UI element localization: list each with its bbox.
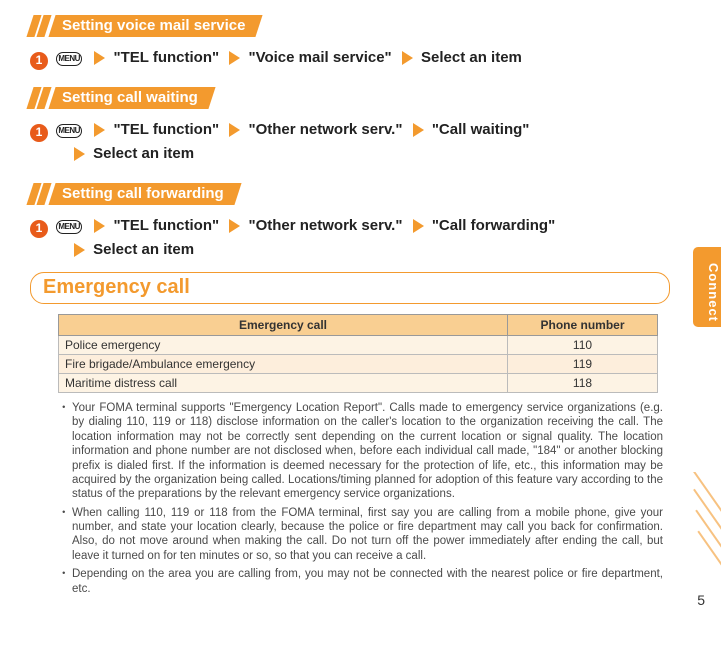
step-text: "TEL function" [114,121,220,138]
step-text: Select an item [93,241,194,258]
bullet-icon: ・ [58,567,72,596]
arrow-icon [94,123,105,137]
section-banner-callwaiting: Setting call waiting [30,86,212,110]
note-item: ・ Your FOMA terminal supports "Emergency… [58,401,663,502]
arrow-icon [229,51,240,65]
step-text: "TEL function" [114,217,220,234]
arrow-icon [413,123,424,137]
steps-callwaiting: 1 MENU "TEL function" "Other network ser… [30,118,660,166]
note-text: When calling 110, 119 or 118 from the FO… [72,506,663,564]
bullet-icon: ・ [58,506,72,564]
step-text: "TEL function" [114,49,220,66]
table-header: Emergency call [59,315,508,336]
steps-voicemail: 1 MENU "TEL function" "Voice mail servic… [30,46,660,70]
table-row: Fire brigade/Ambulance emergency 119 [59,355,658,374]
heading-emergency-call: Emergency call [30,272,670,304]
arrow-icon [74,147,85,161]
arrow-icon [402,51,413,65]
arrow-icon [229,123,240,137]
menu-key-icon: MENU [56,124,82,138]
step-text: Select an item [93,145,194,162]
table-row: Maritime distress call 118 [59,374,658,393]
note-item: ・ When calling 110, 119 or 118 from the … [58,506,663,564]
steps-callforward: 1 MENU "TEL function" "Other network ser… [30,214,660,262]
step-number-1: 1 [30,220,48,238]
section-banner-callforward: Setting call forwarding [30,182,238,206]
table-cell-label: Police emergency [59,336,508,355]
step-text: "Voice mail service" [248,49,391,66]
arrow-icon [74,243,85,257]
step-text: Select an item [421,49,522,66]
menu-key-icon: MENU [56,52,82,66]
note-text: Depending on the area you are calling fr… [72,567,663,596]
banner-title: Setting voice mail service [62,18,245,34]
step-text: "Call waiting" [432,121,530,138]
step-text: "Call forwarding" [432,217,555,234]
emergency-table: Emergency call Phone number Police emerg… [58,314,658,393]
table-cell-number: 110 [508,336,658,355]
note-item: ・ Depending on the area you are calling … [58,567,663,596]
bullet-icon: ・ [58,401,72,502]
banner-title: Setting call waiting [62,90,198,106]
table-cell-number: 119 [508,355,658,374]
note-text: Your FOMA terminal supports "Emergency L… [72,401,663,502]
side-tab-connect: Connect [693,247,721,327]
arrow-icon [94,219,105,233]
notes-list: ・ Your FOMA terminal supports "Emergency… [58,401,663,596]
banner-title: Setting call forwarding [62,186,224,202]
section-banner-voicemail: Setting voice mail service [30,14,259,38]
step-number-1: 1 [30,52,48,70]
step-text: "Other network serv." [248,121,402,138]
table-row: Police emergency 110 [59,336,658,355]
step-text: "Other network serv." [248,217,402,234]
table-cell-number: 118 [508,374,658,393]
arrow-icon [229,219,240,233]
table-header: Phone number [508,315,658,336]
arrow-icon [413,219,424,233]
page-number: 5 [697,592,705,608]
decorative-lines [689,472,721,592]
menu-key-icon: MENU [56,220,82,234]
table-cell-label: Fire brigade/Ambulance emergency [59,355,508,374]
arrow-icon [94,51,105,65]
step-number-1: 1 [30,124,48,142]
table-cell-label: Maritime distress call [59,374,508,393]
